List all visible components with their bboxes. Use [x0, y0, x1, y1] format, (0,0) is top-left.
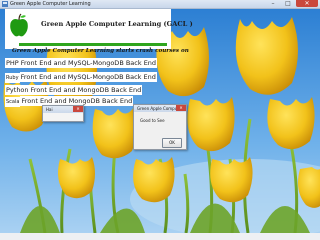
tagline: Green Apple Computer Learning starts cra… [12, 48, 189, 54]
course-description: Front End and MySQL-MongoDB Back End [19, 72, 157, 82]
course-description: Front End and MongoDB Back End [29, 85, 143, 95]
course-item: PHP Front End and MySQL-MongoDB Back End [5, 58, 158, 68]
course-item: Ruby Front End and MySQL-MongoDB Back End [5, 72, 157, 83]
course-language: Scala [5, 97, 21, 107]
course-description: Front End and MySQL-MongoDB Back End [19, 58, 158, 68]
close-button[interactable]: ✕ [296, 0, 318, 7]
green-apple-logo-icon [9, 13, 29, 37]
minimize-button[interactable]: – [266, 0, 280, 7]
title-bar: Green Apple Computer Learning – □ ✕ [0, 0, 320, 9]
message-dialog: Green Apple Computer Learn... ✕ Good to … [133, 104, 187, 150]
gacl-banner: Green Apple Computer Learning (GACL ) [5, 9, 193, 49]
course-language: Python [5, 85, 30, 95]
ok-button[interactable]: OK [162, 138, 182, 148]
course-language: PHP [5, 58, 20, 68]
dialog-message: Good to See [140, 118, 165, 123]
dialog-close-button[interactable]: ✕ [176, 105, 186, 111]
app-icon [2, 1, 8, 7]
dialog-close-button[interactable]: ✕ [73, 106, 83, 112]
maximize-button[interactable]: □ [281, 0, 295, 7]
app-window: Green Apple Computer Learning – □ ✕ Gree… [0, 0, 320, 240]
window-title: Green Apple Computer Learning [10, 1, 91, 7]
dialog-body [43, 113, 83, 121]
banner-title: Green Apple Computer Learning (GACL ) [41, 20, 193, 28]
banner-underline [19, 43, 167, 46]
course-item: Python Front End and MongoDB Back End [5, 85, 143, 95]
course-language: Ruby [5, 73, 20, 83]
hai-dialog: Hai ✕ [42, 105, 84, 122]
